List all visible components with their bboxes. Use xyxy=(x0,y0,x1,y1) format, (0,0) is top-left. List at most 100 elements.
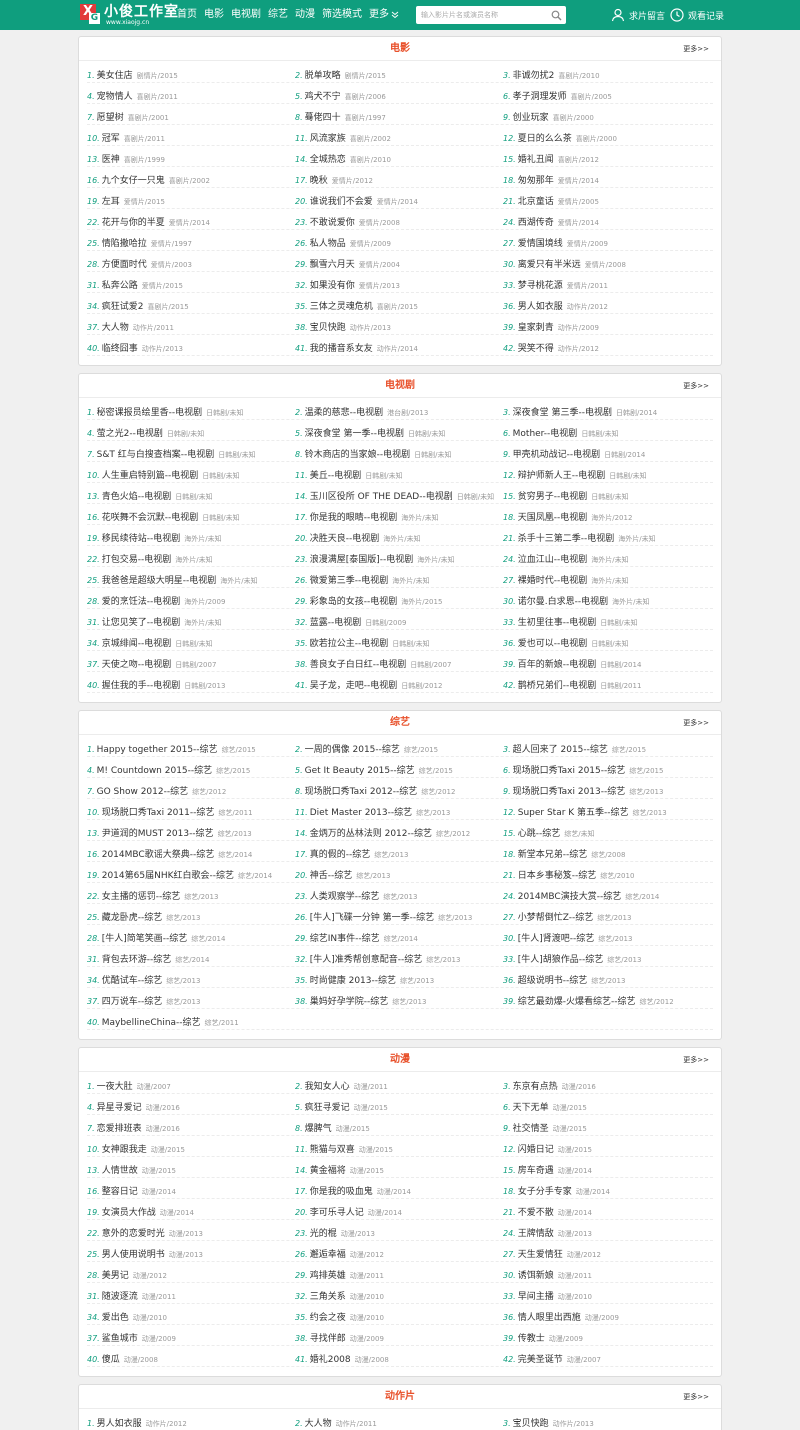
list-item[interactable]: 2. 温柔的慈悲--电视剧 港台剧/2013 xyxy=(295,399,495,420)
list-item[interactable]: 7. 愿望树 喜剧片/2001 xyxy=(87,104,287,125)
list-item[interactable]: 3. 深夜食堂 第三季--电视剧 日韩剧/2014 xyxy=(503,399,703,420)
list-item[interactable]: 3. 非诚勿扰2 喜剧片/2010 xyxy=(503,62,703,83)
list-item[interactable]: 2. 大人物 动作片/2011 xyxy=(295,1410,495,1430)
list-item[interactable]: 26. 邂逅幸福 动漫/2012 xyxy=(295,1241,495,1262)
list-item[interactable]: 37. 四万说车--综艺 综艺/2013 xyxy=(87,988,287,1009)
list-item[interactable]: 31. 私奔公路 爱情片/2015 xyxy=(87,272,287,293)
list-item[interactable]: 24. 王牌情敌 动漫/2013 xyxy=(503,1220,703,1241)
list-item[interactable]: 39. 综艺最劲爆-火爆看综艺--综艺 综艺/2012 xyxy=(503,988,703,1009)
list-item[interactable]: 9. 社交情圣 动漫/2015 xyxy=(503,1115,703,1136)
list-item[interactable]: 10. 冠军 喜剧片/2011 xyxy=(87,125,287,146)
list-item[interactable]: 16. 整容日记 动漫/2014 xyxy=(87,1178,287,1199)
list-item[interactable]: 40. 傻瓜 动漫/2008 xyxy=(87,1346,287,1367)
list-item[interactable]: 21. 北京童话 爱情片/2005 xyxy=(503,188,703,209)
list-item[interactable]: 34. 疯狂试爱2 喜剧片/2015 xyxy=(87,293,287,314)
list-item[interactable]: 13. 人情世故 动漫/2015 xyxy=(87,1157,287,1178)
list-item[interactable]: 32. 如果没有你 爱情片/2013 xyxy=(295,272,495,293)
list-item[interactable]: 7. GO Show 2012--综艺 综艺/2012 xyxy=(87,778,287,799)
list-item[interactable]: 38. 善良女子白日红--电视剧 日韩剧/2007 xyxy=(295,651,495,672)
list-item[interactable]: 30. [牛人]肾渡吧--综艺 综艺/2013 xyxy=(503,925,703,946)
list-item[interactable]: 13. 青色火焰--电视剧 日韩剧/未知 xyxy=(87,483,287,504)
list-item[interactable]: 6. 孝子洞理发师 喜剧片/2005 xyxy=(503,83,703,104)
nav-anime[interactable]: 动漫 xyxy=(295,0,315,30)
list-item[interactable]: 18. 女子分手专家 动漫/2014 xyxy=(503,1178,703,1199)
list-item[interactable]: 18. 天国凤凰--电视剧 海外片/2012 xyxy=(503,504,703,525)
list-item[interactable]: 35. 三体之灵魂危机 喜剧片/2015 xyxy=(295,293,495,314)
list-item[interactable]: 40. MaybellineChina--综艺 综艺/2011 xyxy=(87,1009,287,1030)
list-item[interactable]: 25. 我爸爸是超级大明星--电视剧 海外片/未知 xyxy=(87,567,287,588)
list-item[interactable]: 29. 鸡排英雄 动漫/2011 xyxy=(295,1262,495,1283)
list-item[interactable]: 5. 鸡犬不宁 喜剧片/2006 xyxy=(295,83,495,104)
list-item[interactable]: 27. 裸婚时代--电视剧 海外片/未知 xyxy=(503,567,703,588)
list-item[interactable]: 1. 秘密课报员绘里香--电视剧 日韩剧/未知 xyxy=(87,399,287,420)
list-item[interactable]: 39. 传教士 动漫/2009 xyxy=(503,1325,703,1346)
list-item[interactable]: 9. 现场脱口秀Taxi 2013--综艺 综艺/2013 xyxy=(503,778,703,799)
list-item[interactable]: 28. [牛人]简笔笑画--综艺 综艺/2014 xyxy=(87,925,287,946)
list-item[interactable]: 22. 意外的恋爱时光 动漫/2013 xyxy=(87,1220,287,1241)
list-item[interactable]: 41. 我的播音系女友 动作片/2014 xyxy=(295,335,495,356)
list-item[interactable]: 22. 打包交易--电视剧 海外片/未知 xyxy=(87,546,287,567)
list-item[interactable]: 12. 闪婚日记 动漫/2015 xyxy=(503,1136,703,1157)
list-item[interactable]: 22. 花开与你的半夏 爱情片/2014 xyxy=(87,209,287,230)
list-item[interactable]: 31. 随波逐流 动漫/2011 xyxy=(87,1283,287,1304)
list-item[interactable]: 19. 2014第65届NHK红白歌会--综艺 综艺/2014 xyxy=(87,862,287,883)
nav-movies[interactable]: 电影 xyxy=(204,0,224,30)
list-item[interactable]: 32. 三角关系 动漫/2010 xyxy=(295,1283,495,1304)
list-item[interactable]: 42. 完美圣诞节 动漫/2007 xyxy=(503,1346,703,1367)
list-item[interactable]: 11. Diet Master 2013--综艺 综艺/2013 xyxy=(295,799,495,820)
list-item[interactable]: 8. 现场脱口秀Taxi 2012--综艺 综艺/2012 xyxy=(295,778,495,799)
nav-tv[interactable]: 电视剧 xyxy=(231,0,261,30)
nav-filter-mode[interactable]: 筛选模式 xyxy=(322,0,362,30)
request-movie-link[interactable]: 求片留言 xyxy=(611,0,665,30)
list-item[interactable]: 38. 宝贝快跑 动作片/2013 xyxy=(295,314,495,335)
list-item[interactable]: 12. Super Star K 第五季--综艺 综艺/2013 xyxy=(503,799,703,820)
list-item[interactable]: 5. 深夜食堂 第一季--电视剧 日韩剧/未知 xyxy=(295,420,495,441)
list-item[interactable]: 36. 超级说明书--综艺 综艺/2013 xyxy=(503,967,703,988)
list-item[interactable]: 24. 泣血江山--电视剧 海外片/未知 xyxy=(503,546,703,567)
list-item[interactable]: 15. 心跳--综艺 综艺/未知 xyxy=(503,820,703,841)
list-item[interactable]: 38. 巢妈好孕学院--综艺 综艺/2013 xyxy=(295,988,495,1009)
list-item[interactable]: 14. 黄金福将 动漫/2015 xyxy=(295,1157,495,1178)
list-item[interactable]: 18. 匆匆那年 爱情片/2014 xyxy=(503,167,703,188)
list-item[interactable]: 32. 蓝露--电视剧 日韩剧/2009 xyxy=(295,609,495,630)
list-item[interactable]: 23. 光的棍 动漫/2013 xyxy=(295,1220,495,1241)
list-item[interactable]: 8. 爆脾气 动漫/2015 xyxy=(295,1115,495,1136)
list-item[interactable]: 12. 辩护师新人王--电视剧 日韩剧/未知 xyxy=(503,462,703,483)
list-item[interactable]: 4. 异星寻爱记 动漫/2016 xyxy=(87,1094,287,1115)
list-item[interactable]: 1. 美女住店 剧情片/2015 xyxy=(87,62,287,83)
list-item[interactable]: 17. 你是我的吸血鬼 动漫/2014 xyxy=(295,1178,495,1199)
list-item[interactable]: 12. 夏日的么么茶 喜剧片/2000 xyxy=(503,125,703,146)
list-item[interactable]: 24. 西湖传奇 爱情片/2014 xyxy=(503,209,703,230)
list-item[interactable]: 2. 一周的偶像 2015--综艺 综艺/2015 xyxy=(295,736,495,757)
list-item[interactable]: 3. 东京有点热 动漫/2016 xyxy=(503,1073,703,1094)
list-item[interactable]: 41. 吴子龙，走吧--电视剧 日韩剧/2012 xyxy=(295,672,495,693)
list-item[interactable]: 10. 女神跟我走 动漫/2015 xyxy=(87,1136,287,1157)
list-item[interactable]: 34. 优酷试车--综艺 综艺/2013 xyxy=(87,967,287,988)
nav-home[interactable]: 首页 xyxy=(177,0,197,30)
list-item[interactable]: 35. 欧若拉公主--电视剧 日韩剧/未知 xyxy=(295,630,495,651)
list-item[interactable]: 3. 宝贝快跑 动作片/2013 xyxy=(503,1410,703,1430)
list-item[interactable]: 4. 宠物情人 喜剧片/2011 xyxy=(87,83,287,104)
list-item[interactable]: 34. 京城绯闻--电视剧 日韩剧/未知 xyxy=(87,630,287,651)
list-item[interactable]: 14. 玉川区役所 OF THE DEAD--电视剧 日韩剧/未知 xyxy=(295,483,495,504)
search-input[interactable] xyxy=(416,6,546,24)
more-link[interactable]: 更多>> xyxy=(683,1048,709,1072)
list-item[interactable]: 25. 藏龙卧虎--综艺 综艺/2013 xyxy=(87,904,287,925)
more-link[interactable]: 更多>> xyxy=(683,37,709,61)
list-item[interactable]: 1. 男人如衣服 动作片/2012 xyxy=(87,1410,287,1430)
list-item[interactable]: 14. 全城热恋 喜剧片/2010 xyxy=(295,146,495,167)
list-item[interactable]: 13. 医神 喜剧片/1999 xyxy=(87,146,287,167)
list-item[interactable]: 30. 诺尔曼.白求恩--电视剧 海外片/未知 xyxy=(503,588,703,609)
list-item[interactable]: 9. 甲壳机动战记--电视剧 日韩剧/2014 xyxy=(503,441,703,462)
list-item[interactable]: 19. 左耳 爱情片/2015 xyxy=(87,188,287,209)
nav-more[interactable]: 更多 xyxy=(369,0,399,30)
list-item[interactable]: 5. 疯狂寻爱记 动漫/2015 xyxy=(295,1094,495,1115)
list-item[interactable]: 2. 我知女人心 动漫/2011 xyxy=(295,1073,495,1094)
list-item[interactable]: 28. 方便面时代 爱情片/2003 xyxy=(87,251,287,272)
list-item[interactable]: 8. 蓦佬四十 喜剧片/1997 xyxy=(295,104,495,125)
list-item[interactable]: 20. 李可乐寻人记 动漫/2014 xyxy=(295,1199,495,1220)
list-item[interactable]: 27. 爱情国境线 爱情片/2009 xyxy=(503,230,703,251)
list-item[interactable]: 40. 握住我的手--电视剧 日韩剧/2013 xyxy=(87,672,287,693)
list-item[interactable]: 6. 现场脱口秀Taxi 2015--综艺 综艺/2015 xyxy=(503,757,703,778)
list-item[interactable]: 31. 背包去环游--综艺 综艺/2014 xyxy=(87,946,287,967)
